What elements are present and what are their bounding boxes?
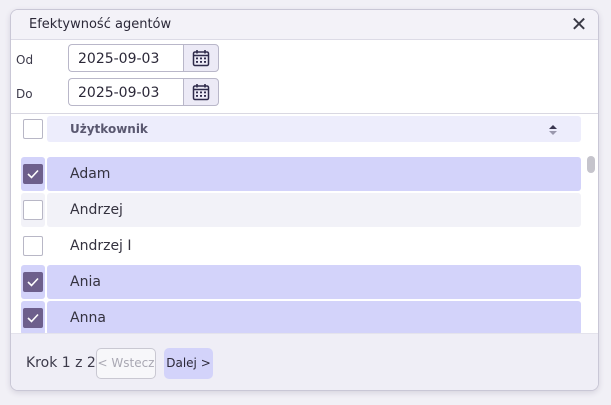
row-user-name: Andrzej I bbox=[70, 238, 132, 254]
row-user-name: Ania bbox=[47, 265, 581, 299]
check-icon bbox=[27, 277, 39, 287]
row-checkbox[interactable] bbox=[23, 200, 43, 220]
row-checkbox[interactable] bbox=[23, 164, 43, 184]
step-indicator: Krok 1 z 2 bbox=[26, 355, 96, 371]
agent-efficiency-dialog: Efektywność agentów ✕ Od 2025-09-03 Do 2… bbox=[10, 9, 599, 391]
column-header-label: Użytkownik bbox=[70, 122, 148, 136]
row-user-name: Anna bbox=[47, 301, 581, 335]
wizard-footer: Krok 1 z 2 < Wstecz Dalej > bbox=[11, 333, 598, 390]
table-row[interactable]: Adam bbox=[21, 157, 581, 191]
date-from-label: Od bbox=[16, 53, 34, 67]
table-row[interactable]: Andrzej bbox=[21, 193, 581, 227]
row-checkbox[interactable] bbox=[23, 308, 43, 328]
table-row[interactable]: Andrzej I bbox=[21, 229, 581, 263]
date-from-input[interactable]: 2025-09-03 bbox=[68, 44, 183, 72]
check-icon bbox=[27, 169, 39, 179]
calendar-icon bbox=[192, 84, 210, 101]
user-list: Użytkownik Adam Andrzej Andrzej I Ania A… bbox=[11, 114, 598, 335]
list-scrollbar[interactable] bbox=[587, 156, 595, 173]
dialog-title: Efektywność agentów bbox=[29, 17, 172, 32]
table-row[interactable]: Ania bbox=[21, 265, 581, 299]
dialog-titlebar: Efektywność agentów ✕ bbox=[11, 10, 598, 40]
column-header-user[interactable]: Użytkownik bbox=[47, 116, 581, 142]
date-from-calendar-button[interactable] bbox=[183, 44, 219, 72]
check-icon bbox=[27, 313, 39, 323]
back-button[interactable]: < Wstecz bbox=[96, 348, 156, 379]
date-from-row: Od 2025-09-03 bbox=[11, 44, 598, 76]
date-to-input[interactable]: 2025-09-03 bbox=[68, 78, 183, 106]
select-all-checkbox[interactable] bbox=[23, 119, 43, 139]
date-to-label: Do bbox=[16, 87, 33, 101]
table-header-row: Użytkownik bbox=[21, 114, 581, 148]
close-icon[interactable]: ✕ bbox=[569, 14, 589, 34]
date-to-row: Do 2025-09-03 bbox=[11, 78, 598, 110]
table-row[interactable]: Anna bbox=[21, 301, 581, 335]
row-checkbox[interactable] bbox=[23, 236, 43, 256]
date-to-calendar-button[interactable] bbox=[183, 78, 219, 106]
sort-icon bbox=[549, 125, 557, 135]
row-user-name: Adam bbox=[47, 157, 581, 191]
row-checkbox[interactable] bbox=[23, 272, 43, 292]
next-button[interactable]: Dalej > bbox=[164, 348, 213, 379]
calendar-icon bbox=[192, 50, 210, 67]
row-user-name: Andrzej bbox=[47, 193, 581, 227]
